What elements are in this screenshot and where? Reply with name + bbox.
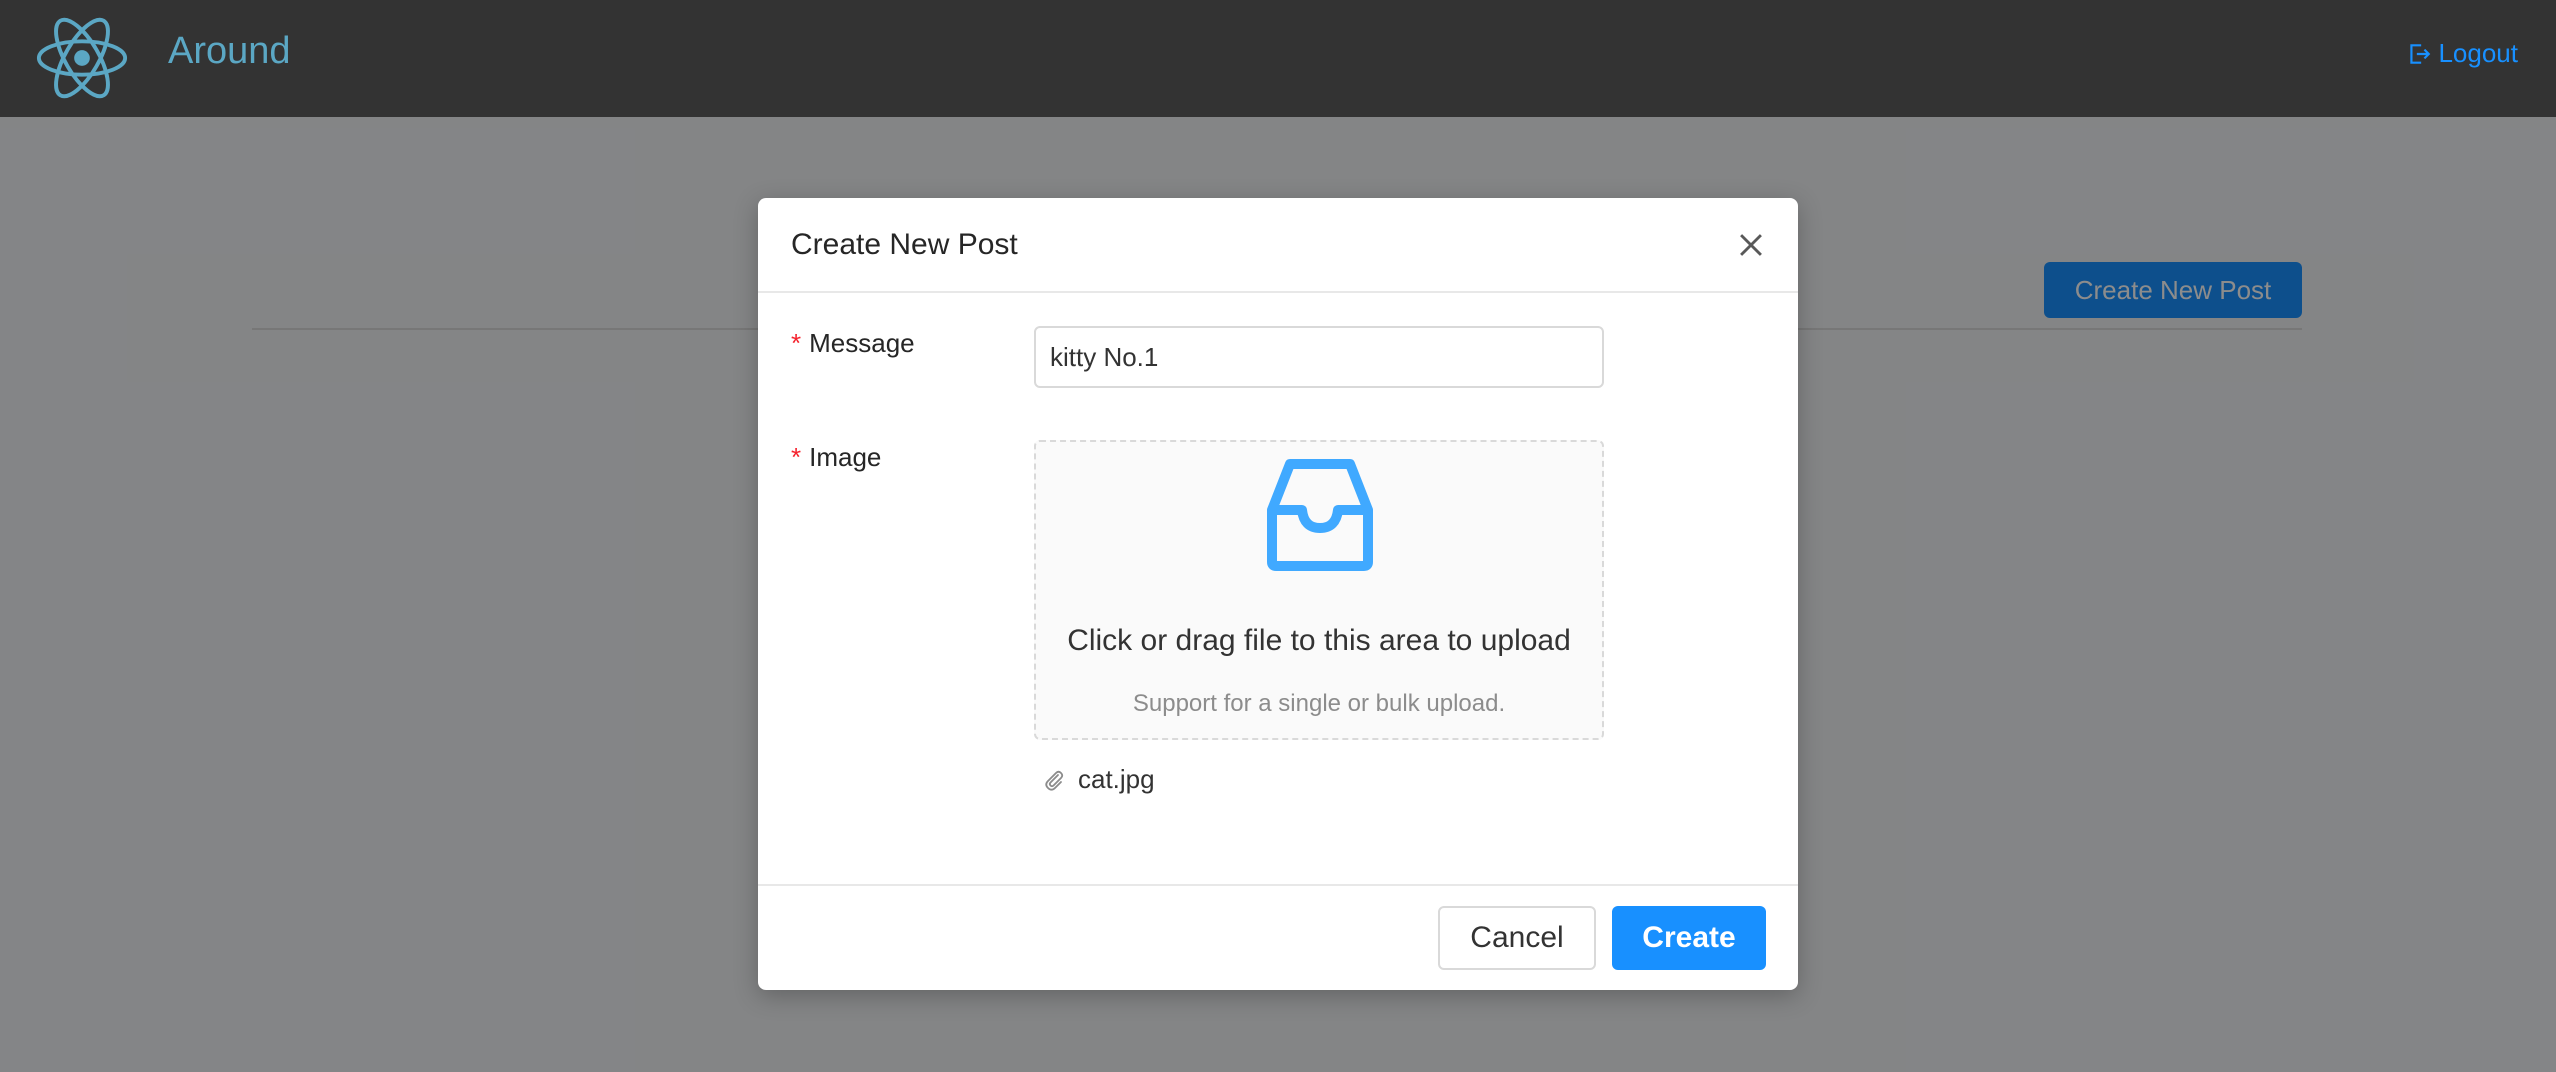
cancel-button[interactable]: Cancel [1438, 906, 1596, 970]
logout-label: Logout [2438, 38, 2518, 68]
paperclip-icon [1045, 770, 1064, 791]
react-atom-logo-icon[interactable] [33, 8, 131, 108]
create-button[interactable]: Create [1612, 906, 1766, 970]
message-input[interactable] [1034, 326, 1604, 388]
message-form-row: * Message [791, 328, 915, 359]
create-post-modal: Create New Post *Message *Image Click or… [758, 198, 1798, 990]
dropzone-text: Click or drag file to this area to uploa… [1067, 624, 1571, 657]
close-icon[interactable] [1734, 228, 1768, 262]
app-title: Around [168, 30, 291, 72]
image-label: Image [809, 442, 882, 472]
required-marker: * [791, 442, 802, 472]
dropzone-hint: Support for a single or bulk upload. [1132, 690, 1506, 717]
message-label: Message [809, 328, 915, 358]
logout-icon [2410, 43, 2431, 64]
file-name: cat.jpg [1078, 764, 1155, 794]
modal-title: Create New Post [791, 227, 1018, 261]
modal-footer: Cancel Create [758, 884, 1798, 990]
image-form-row: * Image [791, 442, 881, 473]
required-marker: * [791, 328, 802, 358]
modal-header: Create New Post [758, 198, 1798, 293]
upload-dropzone[interactable]: Click or drag file to this area to uploa… [1034, 440, 1604, 740]
uploaded-file-item[interactable]: cat.jpg [1042, 764, 1155, 795]
app-header: Around Logout [0, 0, 2556, 117]
inbox-icon [1267, 459, 1373, 571]
logout-link[interactable]: Logout [2406, 38, 2518, 69]
